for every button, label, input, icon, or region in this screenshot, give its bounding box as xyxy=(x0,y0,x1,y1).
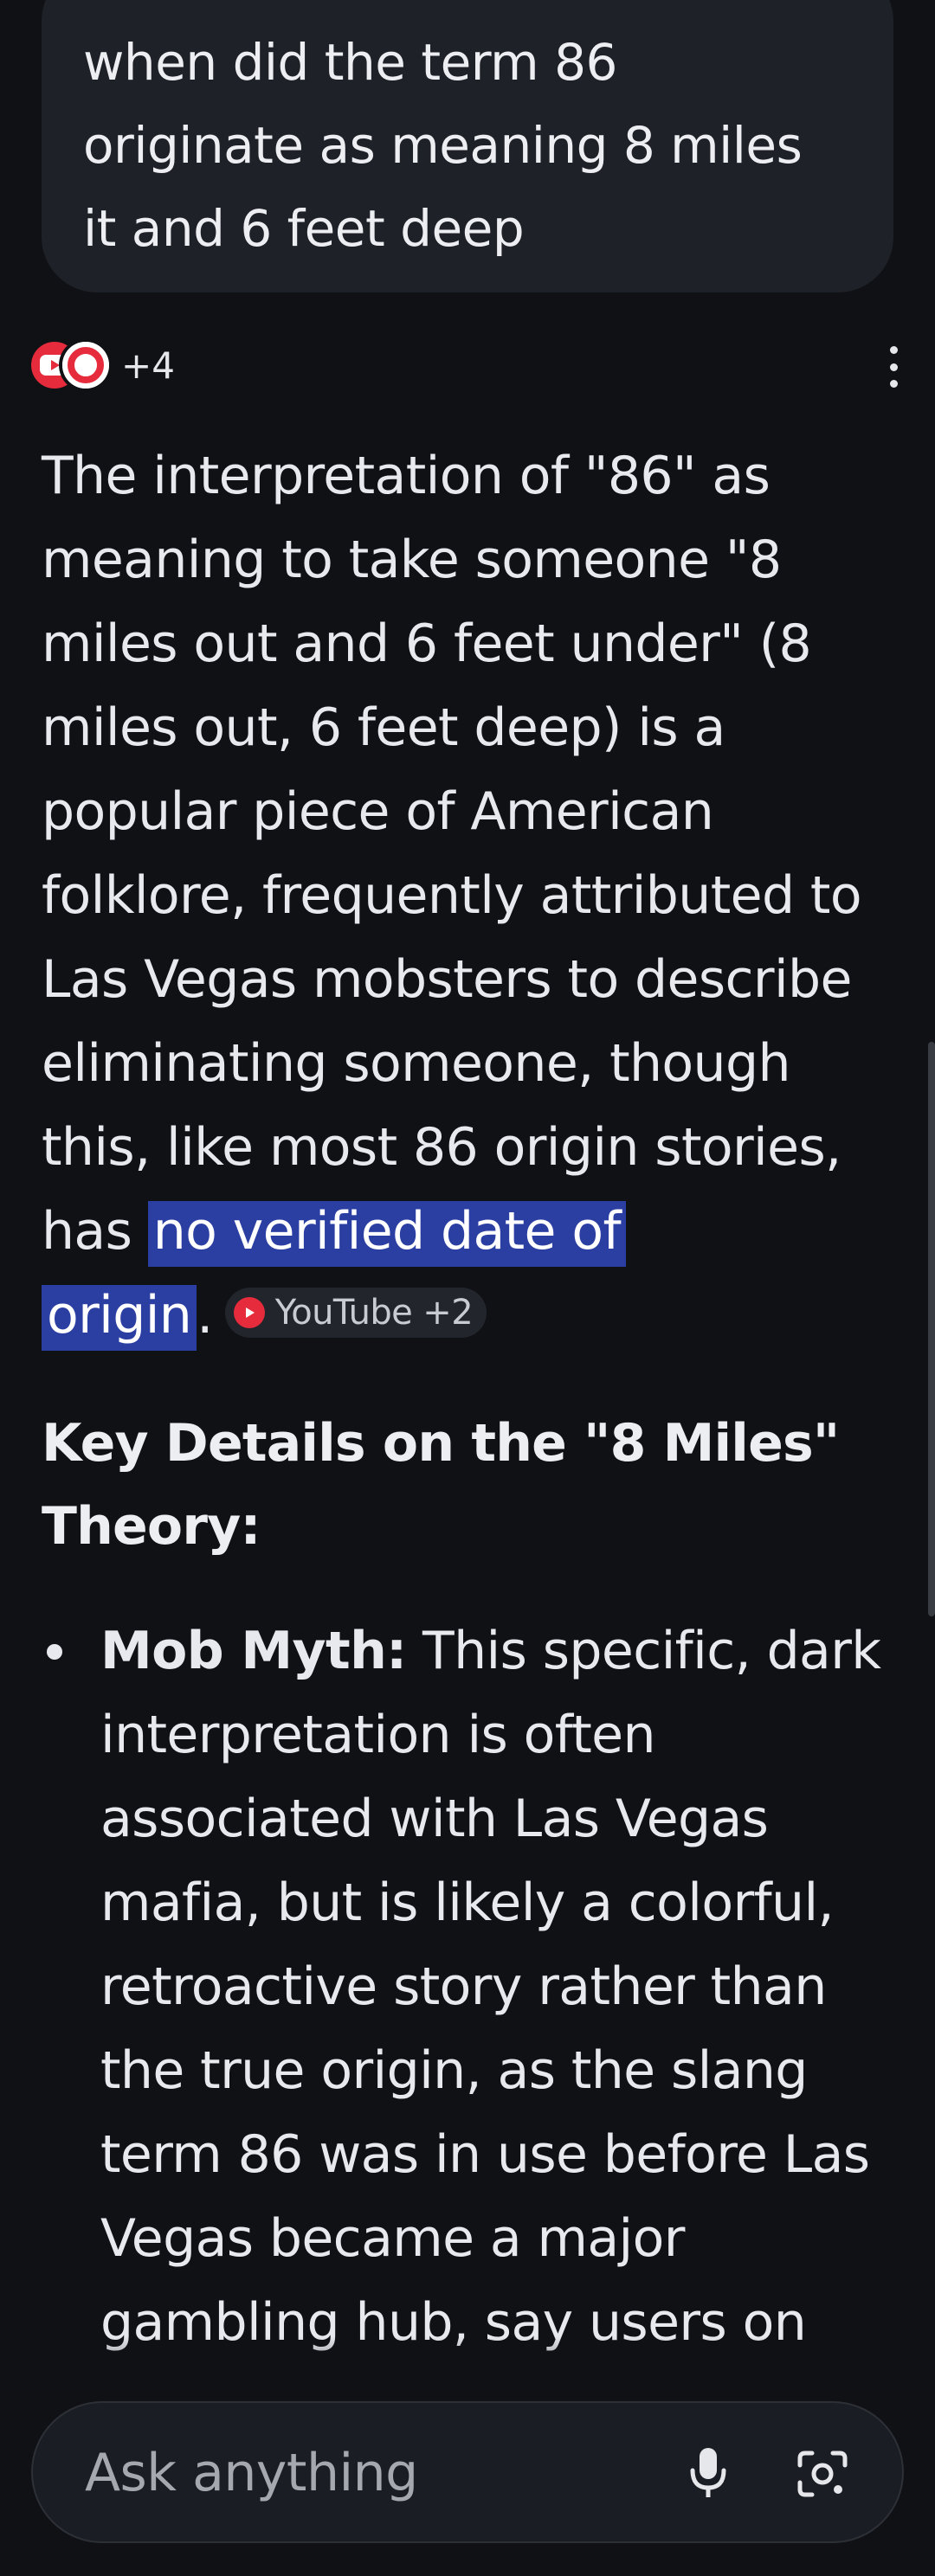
bullet-line: interpretation is often xyxy=(100,1705,656,1765)
section-heading: Key Details on the "8 Miles" Theory: xyxy=(42,1402,890,1568)
bullet-line: retroactive story rather than xyxy=(100,1956,827,2017)
more-options-icon[interactable] xyxy=(883,346,904,388)
heading-line: Key Details on the "8 Miles" xyxy=(42,1413,840,1474)
bullet-line: the true origin, as the slang xyxy=(100,2040,808,2101)
sources-row[interactable]: +4 xyxy=(31,339,175,391)
list-item: Mob Myth: This specific, dark interpreta… xyxy=(42,1609,899,2365)
citation-chip[interactable]: YouTube +2 xyxy=(224,1288,487,1339)
user-query-line: it and 6 feet deep xyxy=(83,199,525,258)
highlighted-text: origin xyxy=(42,1285,197,1351)
answer-line: popular piece of American xyxy=(42,781,714,842)
highlighted-text: no verified date of xyxy=(147,1201,626,1267)
answer-line: eliminating someone, though xyxy=(42,1033,790,1094)
answer-paragraph: The interpretation of "86" as meaning to… xyxy=(42,434,899,1358)
camera-lens-icon[interactable] xyxy=(788,2439,857,2509)
bullet-line: Vegas became a major xyxy=(100,2208,685,2269)
answer-line: has no verified date of xyxy=(42,1190,899,1274)
bullet-line: term 86 was in use before Las xyxy=(100,2124,870,2185)
answer-line: miles out, 6 feet deep) is a xyxy=(42,697,725,758)
youtube-icon xyxy=(233,1297,265,1329)
ask-input-bar[interactable]: Ask anything xyxy=(31,2401,904,2543)
heading-line: Theory: xyxy=(42,1496,261,1557)
source-logo-icon xyxy=(62,342,109,389)
user-query-line: originate as meaning 8 miles xyxy=(83,116,803,175)
answer-period: . xyxy=(197,1285,213,1346)
bullet-first-line: Mob Myth: This specific, dark xyxy=(100,1609,899,1693)
answer-prefix: has xyxy=(42,1201,148,1262)
bullet-bold-label: Mob Myth: xyxy=(100,1621,407,1681)
user-query-bubble: when did the term 86 originate as meanin… xyxy=(42,0,893,292)
bullet-list: Mob Myth: This specific, dark interpreta… xyxy=(42,1609,899,2365)
ask-input-placeholder[interactable]: Ask anything xyxy=(85,2443,418,2503)
user-query-line: when did the term 86 xyxy=(83,33,617,92)
answer-line: origin. YouTube +2 xyxy=(42,1274,899,1358)
answer-line: meaning to take someone "8 xyxy=(42,530,782,590)
bullet-text: This specific, dark xyxy=(406,1621,881,1681)
answer-line: Las Vegas mobsters to describe xyxy=(42,949,852,1010)
answer-line: The interpretation of "86" as xyxy=(42,446,771,506)
bullet-line: associated with Las Vegas xyxy=(100,1789,769,1849)
bullet-icon xyxy=(47,1644,62,1660)
answer-line: folklore, frequently attributed to xyxy=(42,865,862,926)
sources-count: +4 xyxy=(121,344,175,387)
scrollbar[interactable] xyxy=(928,1042,935,1616)
answer-line: miles out and 6 feet under" (8 xyxy=(42,613,812,674)
citation-label: YouTube +2 xyxy=(274,1292,474,1333)
answer-line: this, like most 86 origin stories, xyxy=(42,1117,842,1178)
bullet-line: mafia, but is likely a colorful, xyxy=(100,1873,835,1933)
microphone-icon[interactable] xyxy=(674,2439,743,2509)
